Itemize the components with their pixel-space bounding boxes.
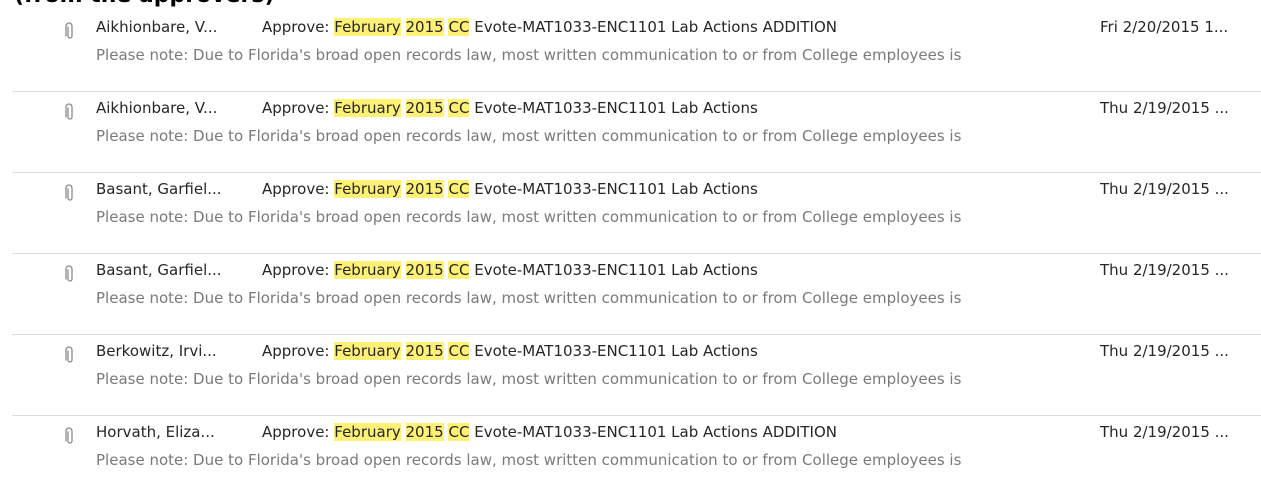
subject: Approve: February 2015 CC Evote-MAT1033-… bbox=[262, 99, 758, 117]
message-header-row: Basant, Garfiel... Approve: February 201… bbox=[65, 179, 1261, 201]
message-item[interactable]: Aikhionbare, V... Approve: February 2015… bbox=[0, 11, 1261, 92]
search-highlight: February bbox=[334, 99, 401, 117]
search-highlight: CC bbox=[448, 180, 470, 198]
sender-name: Horvath, Eliza... bbox=[96, 423, 215, 441]
paperclip-icon bbox=[62, 21, 76, 41]
subject: Approve: February 2015 CC Evote-MAT1033-… bbox=[262, 342, 758, 360]
subject-prefix: Approve: bbox=[262, 423, 330, 441]
search-highlight: February bbox=[334, 342, 401, 360]
message-preview: Please note: Due to Florida's broad open… bbox=[96, 289, 962, 307]
subject-rest: Evote-MAT1033-ENC1101 Lab Actions bbox=[474, 261, 758, 279]
sender-name: Aikhionbare, V... bbox=[96, 99, 218, 117]
subject-rest: Evote-MAT1033-ENC1101 Lab Actions bbox=[474, 99, 758, 117]
subject: Approve: February 2015 CC Evote-MAT1033-… bbox=[262, 261, 758, 279]
subject: Approve: February 2015 CC Evote-MAT1033-… bbox=[262, 180, 758, 198]
subject-rest: Evote-MAT1033-ENC1101 Lab Actions ADDITI… bbox=[474, 18, 837, 36]
search-highlight: 2015 bbox=[405, 18, 444, 36]
search-highlight: February bbox=[334, 423, 401, 441]
message-header-row: Aikhionbare, V... Approve: February 2015… bbox=[65, 98, 1261, 120]
message-header-row: Aikhionbare, V... Approve: February 2015… bbox=[65, 17, 1261, 39]
message-preview: Please note: Due to Florida's broad open… bbox=[96, 208, 962, 226]
subject-rest: Evote-MAT1033-ENC1101 Lab Actions bbox=[474, 180, 758, 198]
message-preview: Please note: Due to Florida's broad open… bbox=[96, 46, 962, 64]
subject-rest: Evote-MAT1033-ENC1101 Lab Actions ADDITI… bbox=[474, 423, 837, 441]
subject-prefix: Approve: bbox=[262, 180, 330, 198]
received-date: Thu 2/19/2015 ... bbox=[1100, 99, 1229, 117]
message-preview: Please note: Due to Florida's broad open… bbox=[96, 127, 962, 145]
partial-header-text: (from the approvers) bbox=[14, 0, 275, 9]
subject-prefix: Approve: bbox=[262, 18, 330, 36]
message-item[interactable]: Horvath, Eliza... Approve: February 2015… bbox=[0, 416, 1261, 497]
subject-prefix: Approve: bbox=[262, 99, 330, 117]
message-header-row: Basant, Garfiel... Approve: February 201… bbox=[65, 260, 1261, 282]
message-item[interactable]: Aikhionbare, V... Approve: February 2015… bbox=[0, 92, 1261, 173]
message-header-row: Horvath, Eliza... Approve: February 2015… bbox=[65, 422, 1261, 444]
subject: Approve: February 2015 CC Evote-MAT1033-… bbox=[262, 423, 837, 441]
search-highlight: 2015 bbox=[405, 423, 444, 441]
paperclip-icon bbox=[62, 426, 76, 446]
received-date: Thu 2/19/2015 ... bbox=[1100, 342, 1229, 360]
subject: Approve: February 2015 CC Evote-MAT1033-… bbox=[262, 18, 837, 36]
search-highlight: February bbox=[334, 18, 401, 36]
sender-name: Berkowitz, Irvi... bbox=[96, 342, 217, 360]
search-highlight: CC bbox=[448, 423, 470, 441]
message-preview: Please note: Due to Florida's broad open… bbox=[96, 370, 962, 388]
subject-prefix: Approve: bbox=[262, 342, 330, 360]
search-highlight: CC bbox=[448, 261, 470, 279]
search-highlight: February bbox=[334, 261, 401, 279]
message-list: Aikhionbare, V... Approve: February 2015… bbox=[0, 11, 1261, 497]
message-item[interactable]: Basant, Garfiel... Approve: February 201… bbox=[0, 173, 1261, 254]
search-highlight: 2015 bbox=[405, 342, 444, 360]
subject-prefix: Approve: bbox=[262, 261, 330, 279]
sender-name: Basant, Garfiel... bbox=[96, 261, 222, 279]
message-header-row: Berkowitz, Irvi... Approve: February 201… bbox=[65, 341, 1261, 363]
search-highlight: February bbox=[334, 180, 401, 198]
message-item[interactable]: Berkowitz, Irvi... Approve: February 201… bbox=[0, 335, 1261, 416]
search-highlight: 2015 bbox=[405, 180, 444, 198]
message-item[interactable]: Basant, Garfiel... Approve: February 201… bbox=[0, 254, 1261, 335]
search-highlight: CC bbox=[448, 99, 470, 117]
subject-rest: Evote-MAT1033-ENC1101 Lab Actions bbox=[474, 342, 758, 360]
paperclip-icon bbox=[62, 102, 76, 122]
search-highlight: CC bbox=[448, 342, 470, 360]
search-highlight: CC bbox=[448, 18, 470, 36]
sender-name: Basant, Garfiel... bbox=[96, 180, 222, 198]
paperclip-icon bbox=[62, 264, 76, 284]
received-date: Fri 2/20/2015 1... bbox=[1100, 18, 1229, 36]
received-date: Thu 2/19/2015 ... bbox=[1100, 423, 1229, 441]
received-date: Thu 2/19/2015 ... bbox=[1100, 180, 1229, 198]
sender-name: Aikhionbare, V... bbox=[96, 18, 218, 36]
paperclip-icon bbox=[62, 345, 76, 365]
search-highlight: 2015 bbox=[405, 99, 444, 117]
message-preview: Please note: Due to Florida's broad open… bbox=[96, 451, 962, 469]
search-highlight: 2015 bbox=[405, 261, 444, 279]
received-date: Thu 2/19/2015 ... bbox=[1100, 261, 1229, 279]
paperclip-icon bbox=[62, 183, 76, 203]
